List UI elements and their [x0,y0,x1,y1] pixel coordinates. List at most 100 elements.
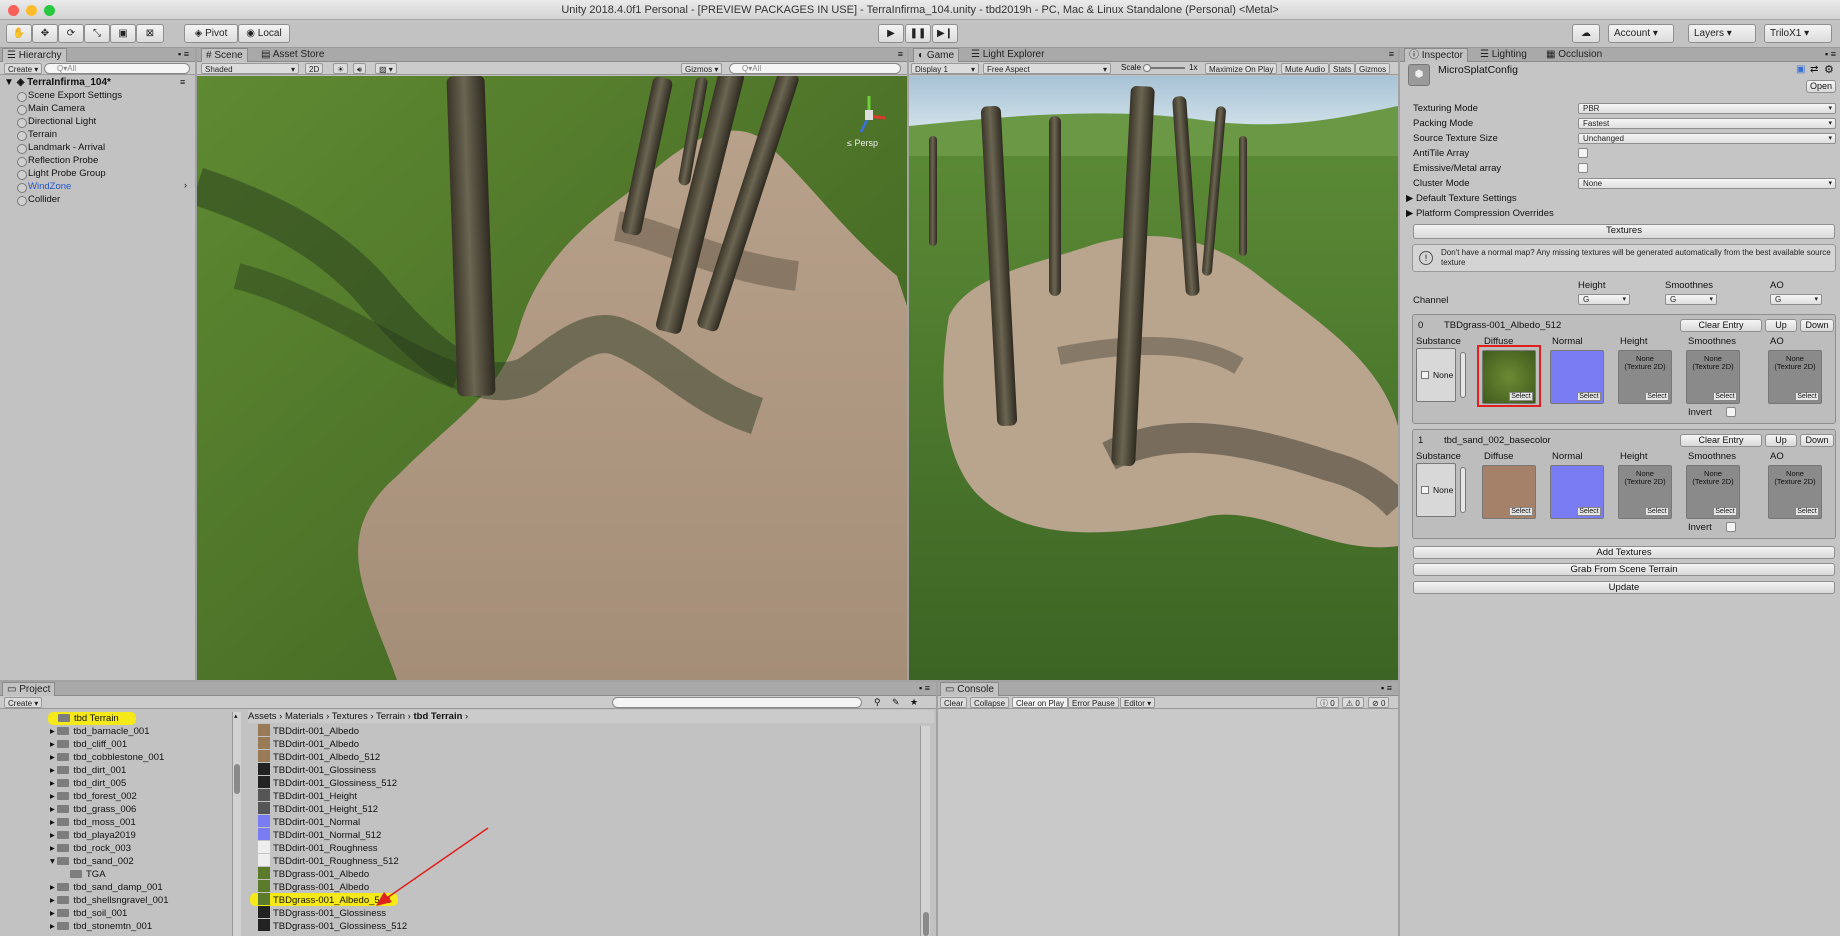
source-texture-size-dropdown[interactable]: Unchanged [1578,133,1836,144]
channel-height-dropdown[interactable]: G [1578,294,1630,305]
layers-dropdown[interactable]: Layers ▾ [1688,24,1756,43]
select-button[interactable]: Select [1795,507,1819,516]
clear-entry-button[interactable]: Clear Entry [1680,319,1762,332]
select-button[interactable]: Select [1509,507,1533,516]
normal-texture-slot[interactable]: Select [1550,350,1604,404]
console-editor-dropdown[interactable]: Editor ▾ [1120,697,1156,708]
filter-type-icon[interactable]: ⚲ [874,697,881,708]
entry-down-button[interactable]: Down [1800,319,1834,332]
scale-tool-button[interactable]: ⤡ [84,24,110,43]
account-dropdown[interactable]: Account ▾ [1608,24,1674,43]
folder-item[interactable]: ▸ tbd_playa2019 [50,829,136,842]
folder-item[interactable]: ▸ tbd_grass_006 [50,803,136,816]
hierarchy-item[interactable]: Light Probe Group [17,167,106,180]
scene-gizmos-dropdown[interactable]: Gizmos ▾ [681,63,723,74]
substance-slider[interactable] [1460,467,1466,513]
layout-dropdown[interactable]: TriloX1 ▾ [1764,24,1832,43]
substance-slot[interactable]: None [1416,348,1456,402]
tab-scene[interactable]: # Scene [201,48,248,62]
maximize-on-play-toggle[interactable]: Maximize On Play [1205,63,1278,74]
asset-row[interactable]: TBDdirt-001_Glossiness_512 [258,776,397,790]
panel-menu-icon[interactable]: ▪ ≡ [919,683,930,693]
ao-texture-slot[interactable]: None (Texture 2D) Select [1768,465,1822,519]
select-button[interactable]: Select [1577,392,1601,401]
tab-inspector[interactable]: ⓘ Inspector [1404,48,1468,62]
asset-list-scrollbar[interactable] [920,726,930,936]
update-button[interactable]: Update [1413,581,1835,594]
rect-tool-button[interactable]: ▣ [110,24,136,43]
substance-slider[interactable] [1460,352,1466,398]
breadcrumb-current[interactable]: tbd Terrain [413,711,462,722]
asset-row[interactable]: TBDgrass-001_Glossiness [258,906,386,920]
add-textures-button[interactable]: Add Textures [1413,546,1835,559]
invert-checkbox[interactable] [1726,407,1736,417]
substance-checkbox[interactable] [1421,371,1429,379]
folder-item[interactable]: ▸ tbd_cliff_001 [50,738,127,751]
smoothness-texture-slot[interactable]: None (Texture 2D) Select [1686,465,1740,519]
folder-item[interactable]: ▸ tbd_shellsngravel_001 [50,894,169,907]
folder-item[interactable]: ▸ tbd_dirt_005 [50,777,126,790]
transform-tool-button[interactable]: ⊠ [136,24,164,43]
persp-label[interactable]: ≤ Persp [847,138,878,148]
asset-row[interactable]: TBDdirt-001_Height_512 [258,802,378,816]
rotate-tool-button[interactable]: ⟳ [58,24,84,43]
minimize-window-button[interactable] [26,5,37,16]
substance-slot[interactable]: None [1416,463,1456,517]
hierarchy-item[interactable]: Scene Export Settings [17,89,122,102]
ao-texture-slot[interactable]: None (Texture 2D) Select [1768,350,1822,404]
hierarchy-search-input[interactable]: Q▾All [44,63,190,74]
scene-viewport[interactable]: ≤ Persp [197,76,907,680]
hierarchy-create-button[interactable]: Create ▾ [4,63,43,74]
asset-row[interactable]: TBDgrass-001_Albedo [258,867,369,881]
local-toggle[interactable]: ◉ Local [238,24,290,43]
smoothness-texture-slot[interactable]: None (Texture 2D) Select [1686,350,1740,404]
panel-menu-icon[interactable]: ≡ [1389,49,1394,59]
hand-tool-button[interactable]: ✋ [6,24,32,43]
gear-icon[interactable]: ⚙ [1824,63,1834,76]
panel-menu-icon[interactable]: ▪ ≡ [1825,49,1836,59]
grab-from-scene-terrain-button[interactable]: Grab From Scene Terrain [1413,563,1835,576]
folder-item[interactable]: ▸ tbd_soil_001 [50,907,127,920]
move-tool-button[interactable]: ✥ [32,24,58,43]
height-texture-slot[interactable]: None (Texture 2D) Select [1618,465,1672,519]
folder-item[interactable]: ▸ tbd_stonemtn_001 [50,920,152,933]
close-window-button[interactable] [8,5,19,16]
breadcrumb-item[interactable]: Terrain [376,711,405,722]
favorite-star-icon[interactable]: ★ [910,697,918,708]
scrollbar-thumb[interactable] [234,764,240,794]
game-viewport[interactable] [909,76,1398,680]
select-button[interactable]: Select [1713,507,1737,516]
help-book-icon[interactable]: ▣ [1796,64,1805,75]
asset-row[interactable]: TBDdirt-001_Albedo [258,724,359,738]
2d-toggle[interactable]: 2D [305,63,324,74]
folder-item[interactable]: ▸ tbd_barnacle_001 [50,725,150,738]
folder-item-selected[interactable]: tbd Terrain [58,712,119,725]
asset-row[interactable]: TBDdirt-001_Normal_512 [258,828,381,842]
hierarchy-item[interactable]: Directional Light [16,115,96,128]
shading-mode-dropdown[interactable]: Shaded ▾ [201,63,299,74]
play-button[interactable]: ▶ [878,24,904,43]
select-button[interactable]: Select [1645,507,1669,516]
stats-toggle[interactable]: Stats [1329,63,1356,74]
step-button[interactable]: ▶❙ [932,24,958,43]
packing-mode-dropdown[interactable]: Fastest [1578,118,1836,129]
height-texture-slot[interactable]: None (Texture 2D) Select [1618,350,1672,404]
channel-smoothness-dropdown[interactable]: G [1665,294,1717,305]
entry-up-button[interactable]: Up [1765,434,1797,447]
select-button[interactable]: Select [1713,392,1737,401]
tab-console[interactable]: ▭ Console [940,682,999,696]
panel-menu-icon[interactable]: ▪ ≡ [178,49,189,59]
asset-row[interactable]: TBDdirt-001_Height [258,789,357,803]
folder-item[interactable]: ▸ tbd_cobblestone_001 [50,751,164,764]
clear-entry-button[interactable]: Clear Entry [1680,434,1762,447]
scroll-up-arrow-icon[interactable]: ▴ [234,712,238,720]
asset-row[interactable]: TBDgrass-001_Albedo [258,880,369,894]
hierarchy-item-prefab[interactable]: WindZone [16,180,71,193]
tab-game[interactable]: ◐ Game [913,48,960,62]
scene-menu-icon[interactable]: ≡ [180,77,185,87]
asset-row[interactable]: TBDgrass-001_Glossiness_512 [258,919,407,933]
asset-row[interactable]: TBDdirt-001_Albedo [258,737,359,751]
effects-dropdown[interactable]: ▨ ▾ [375,63,397,74]
project-create-button[interactable]: Create ▾ [4,697,43,708]
select-button[interactable]: Select [1577,507,1601,516]
